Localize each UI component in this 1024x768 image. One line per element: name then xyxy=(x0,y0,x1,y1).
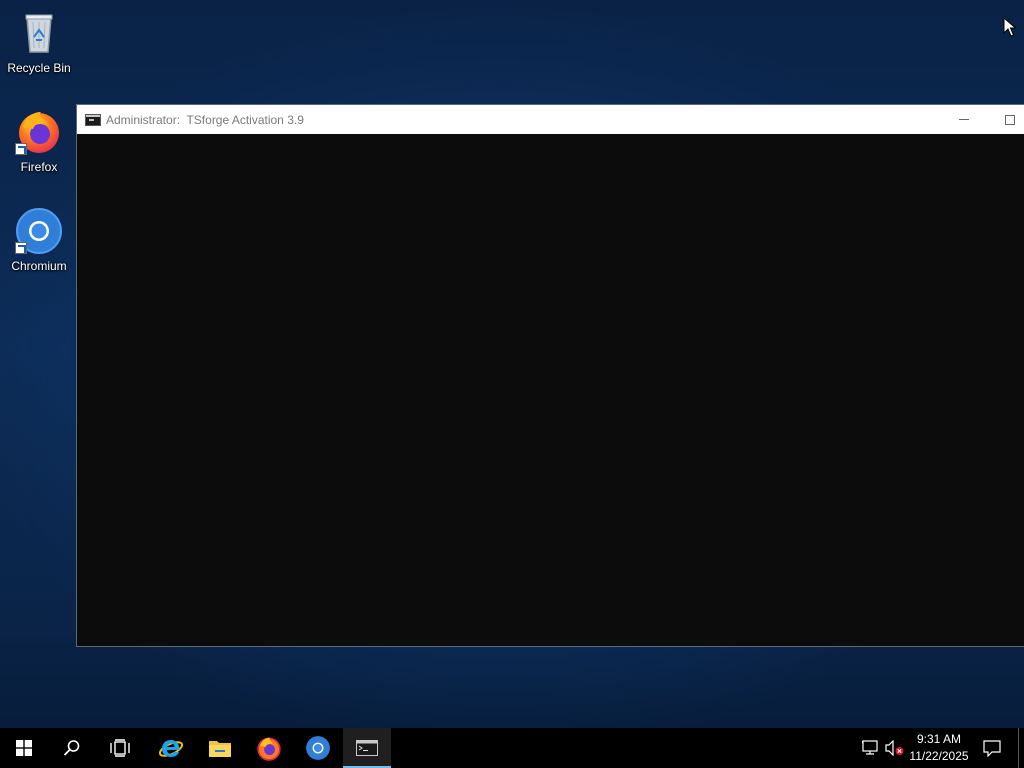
firefox-icon xyxy=(15,107,63,155)
volume-muted-icon xyxy=(885,740,904,756)
folder-icon xyxy=(209,741,231,757)
internet-explorer-icon xyxy=(158,740,184,757)
desktop: Recycle Bin Firefox Chromium Administrat… xyxy=(0,0,1024,728)
taskbar-firefox[interactable] xyxy=(245,728,293,768)
firefox-icon xyxy=(257,737,281,761)
taskbar-file-explorer[interactable] xyxy=(196,728,244,768)
shortcut-arrow-icon xyxy=(15,143,27,155)
taskbar-chromium[interactable] xyxy=(294,728,342,768)
console-output-area[interactable] xyxy=(77,134,1024,646)
console-icon xyxy=(85,113,101,126)
action-center-icon xyxy=(983,739,1001,757)
chromium-icon xyxy=(15,206,63,254)
taskbar: 9:31 AM 11/22/2025 xyxy=(0,728,1024,768)
desktop-icon-firefox[interactable]: Firefox xyxy=(2,103,76,193)
maximize-button[interactable] xyxy=(987,105,1024,134)
minimize-icon xyxy=(959,119,969,120)
clock-date: 11/22/2025 xyxy=(909,749,969,763)
windows-logo-icon xyxy=(16,740,32,756)
console-icon xyxy=(356,740,378,756)
action-center-button[interactable] xyxy=(980,728,1004,768)
desktop-icon-label: Recycle Bin xyxy=(7,61,71,75)
volume-tray-button[interactable] xyxy=(884,728,906,768)
taskbar-internet-explorer[interactable] xyxy=(147,728,195,768)
task-view-button[interactable] xyxy=(96,728,144,768)
desktop-icon-label: Chromium xyxy=(11,259,67,273)
recycle-bin-icon xyxy=(15,8,63,56)
maximize-icon xyxy=(1005,114,1015,125)
network-icon xyxy=(862,740,878,755)
mouse-cursor-icon xyxy=(1003,16,1017,41)
task-view-icon xyxy=(110,739,130,757)
clock-time: 9:31 AM xyxy=(916,732,962,746)
console-window[interactable]: Administrator: TSforge Activation 3.9 xyxy=(76,104,1024,647)
chromium-icon xyxy=(306,736,330,760)
minimize-button[interactable] xyxy=(941,105,987,134)
desktop-icon-recycle-bin[interactable]: Recycle Bin xyxy=(2,4,76,94)
window-title: Administrator: TSforge Activation 3.9 xyxy=(106,112,304,127)
start-button[interactable] xyxy=(0,728,48,768)
search-icon xyxy=(63,740,80,756)
shortcut-arrow-icon xyxy=(15,242,27,254)
desktop-icon-chromium[interactable]: Chromium xyxy=(2,202,76,292)
show-desktop-button[interactable] xyxy=(1018,728,1024,768)
taskbar-clock[interactable]: 9:31 AM 11/22/2025 xyxy=(904,728,974,768)
window-titlebar[interactable]: Administrator: TSforge Activation 3.9 xyxy=(77,105,1024,134)
desktop-icon-label: Firefox xyxy=(20,160,58,174)
network-tray-button[interactable] xyxy=(860,728,882,768)
search-button[interactable] xyxy=(48,728,96,768)
taskbar-console[interactable] xyxy=(343,728,391,768)
